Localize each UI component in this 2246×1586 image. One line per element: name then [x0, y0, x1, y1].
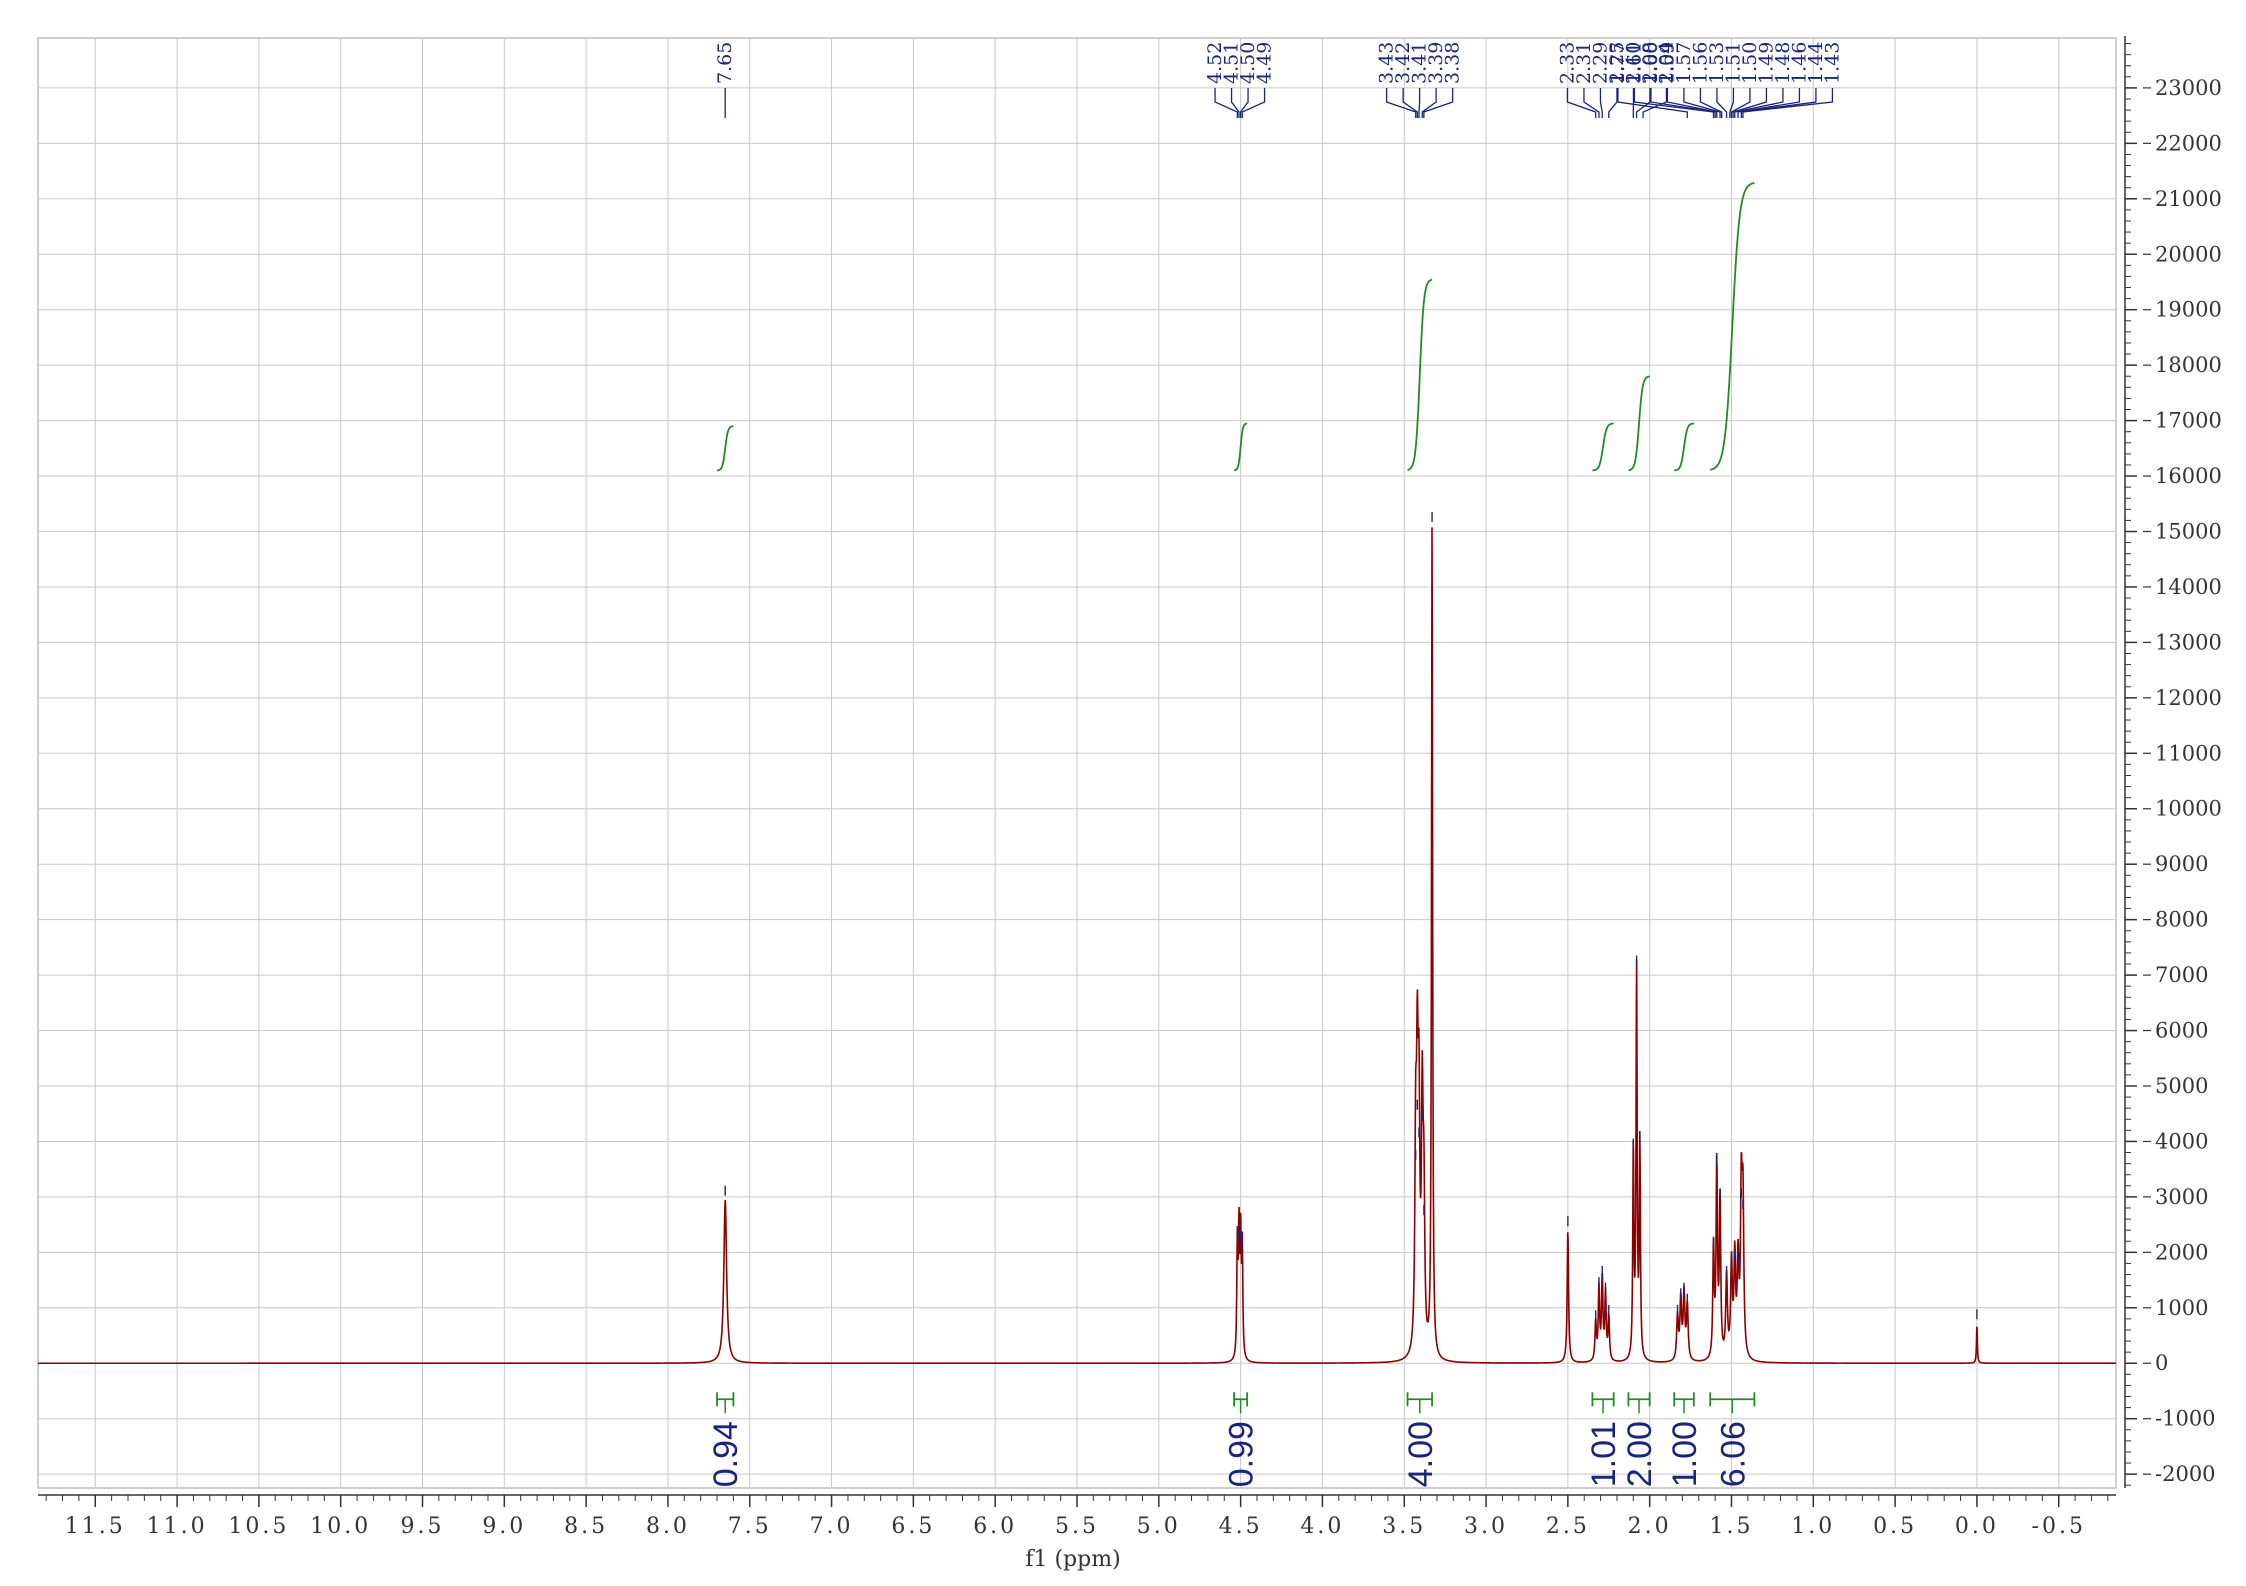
nmr-spectrum-chart: 11.5 11.0 10.5 10.0 9.5 9.0 8.5 8.0 7.5 7.0 6.5 6.0… — [37, 36, 2222, 1572]
y-tick-label: 12000 — [2155, 686, 2222, 710]
peak-label-leader — [1385, 88, 1417, 118]
y-tick-label: 19000 — [2155, 298, 2222, 322]
y-tick-label: 14000 — [2155, 575, 2222, 599]
integral-curve — [716, 425, 734, 472]
y-tick-label: 22000 — [2155, 131, 2222, 155]
x-tick-label: 0.5 — [1873, 1514, 1917, 1539]
integration-value: 4.00 — [1402, 1421, 1440, 1487]
peak-label-leader — [1666, 88, 1718, 118]
x-tick-label: 0.0 — [1955, 1514, 1999, 1539]
integration-value: 1.01 — [1585, 1421, 1623, 1487]
x-axis-title: f1 (ppm) — [1025, 1547, 1120, 1572]
y-tick-label: 2000 — [2155, 1240, 2208, 1264]
x-tick-label: 2.0 — [1628, 1514, 1672, 1539]
peak-label-leader — [1241, 88, 1266, 118]
x-tick-label: 8.5 — [564, 1514, 608, 1539]
integral-curves — [716, 182, 1755, 472]
peak-label: 7.65 — [714, 42, 736, 84]
integration-value: 1.00 — [1666, 1421, 1704, 1487]
y-tick-label: 7000 — [2155, 963, 2208, 987]
x-tick-label: 7.5 — [728, 1514, 772, 1539]
y-tick-label: 1000 — [2155, 1296, 2208, 1320]
peak-labels: 7.65 4.524.514.504.49 3.433.423.413.393.38… — [714, 42, 1843, 118]
peak-label-leader — [1650, 88, 1716, 118]
x-tick-label: 5.5 — [1055, 1514, 1099, 1539]
y-tick-label: 9000 — [2155, 852, 2208, 876]
integration-value: 0.99 — [1223, 1421, 1261, 1487]
x-tick-label: 3.0 — [1464, 1514, 1508, 1539]
y-tick-label: 21000 — [2155, 187, 2222, 211]
peak-label-leader — [1734, 88, 1784, 118]
integral-curve — [1710, 182, 1755, 471]
x-tick-label: 3.5 — [1382, 1514, 1426, 1539]
y-tick-label: 5000 — [2155, 1074, 2208, 1098]
y-tick-label: 20000 — [2155, 242, 2222, 266]
y-tick-label: 8000 — [2155, 908, 2208, 932]
y-tick-label: 11000 — [2155, 741, 2222, 765]
y-tick-label: 0 — [2155, 1351, 2168, 1375]
y-tick-label: 6000 — [2155, 1019, 2208, 1043]
x-tick-label: -0.5 — [2032, 1514, 2086, 1539]
peak-label: 1.43 — [1821, 42, 1843, 84]
x-tick-label: 5.0 — [1137, 1514, 1181, 1539]
integral-curve — [1674, 422, 1694, 472]
peak-label: 3.38 — [1442, 42, 1464, 84]
y-tick-label: -1000 — [2155, 1407, 2216, 1431]
x-tick-label: 11.0 — [147, 1514, 208, 1539]
integration-value: 2.00 — [1621, 1421, 1659, 1487]
x-tick-label: 4.5 — [1219, 1514, 1263, 1539]
integral-curve — [1592, 422, 1614, 472]
x-tick-label: 10.0 — [310, 1514, 371, 1539]
x-tick-label: 6.0 — [973, 1514, 1017, 1539]
x-tick-label: 2.5 — [1546, 1514, 1590, 1539]
peak-label-leader — [1583, 88, 1600, 118]
x-axis: 11.5 11.0 10.5 10.0 9.5 9.0 8.5 8.0 7.5 7.0 6.5 6.0… — [38, 1494, 2116, 1539]
y-tick-label: 16000 — [2155, 464, 2222, 488]
x-tick-label: 9.0 — [482, 1514, 526, 1539]
x-tick-label: 1.0 — [1791, 1514, 1835, 1539]
x-tick-label: 7.0 — [810, 1514, 854, 1539]
y-axis: 2300022000210002000019000180001700016000… — [2124, 36, 2222, 1488]
peak-label-leader — [1418, 88, 1421, 118]
y-tick-label: 13000 — [2155, 630, 2222, 654]
peak-label-leader — [1566, 88, 1597, 118]
y-tick-label: 18000 — [2155, 353, 2222, 377]
peak-label-leader — [1423, 88, 1454, 118]
x-tick-label: 1.5 — [1709, 1514, 1753, 1539]
grid-lines — [38, 38, 2116, 1488]
peak-label-leader — [1617, 88, 1688, 118]
x-tick-label: 11.5 — [65, 1514, 126, 1539]
x-tick-label: 8.0 — [646, 1514, 690, 1539]
peak-label-leader — [1599, 88, 1603, 118]
y-tick-label: 3000 — [2155, 1185, 2208, 1209]
integration-value: 6.06 — [1714, 1421, 1752, 1487]
y-tick-label: 10000 — [2155, 797, 2222, 821]
integral-curve — [1407, 278, 1433, 471]
y-tick-label: 15000 — [2155, 519, 2222, 543]
peak-label: 4.49 — [1254, 42, 1276, 84]
peak-label-leader — [1214, 88, 1238, 118]
x-tick-label: 9.5 — [401, 1514, 445, 1539]
y-tick-label: 23000 — [2155, 76, 2222, 100]
y-tick-label: 4000 — [2155, 1129, 2208, 1153]
peak-label-leader — [1742, 88, 1834, 118]
integration-values: 0.94 0.99 4.00 1.012.00 1.00 6.06 — [707, 1392, 1756, 1487]
peak-label-leader — [1608, 88, 1618, 118]
x-tick-label: 6.5 — [891, 1514, 935, 1539]
integration-value: 0.94 — [707, 1421, 745, 1487]
x-tick-label: 10.5 — [228, 1514, 289, 1539]
y-tick-label: -2000 — [2155, 1462, 2216, 1486]
integral-curve — [1628, 375, 1650, 472]
x-tick-label: 4.0 — [1300, 1514, 1344, 1539]
y-tick-label: 17000 — [2155, 409, 2222, 433]
